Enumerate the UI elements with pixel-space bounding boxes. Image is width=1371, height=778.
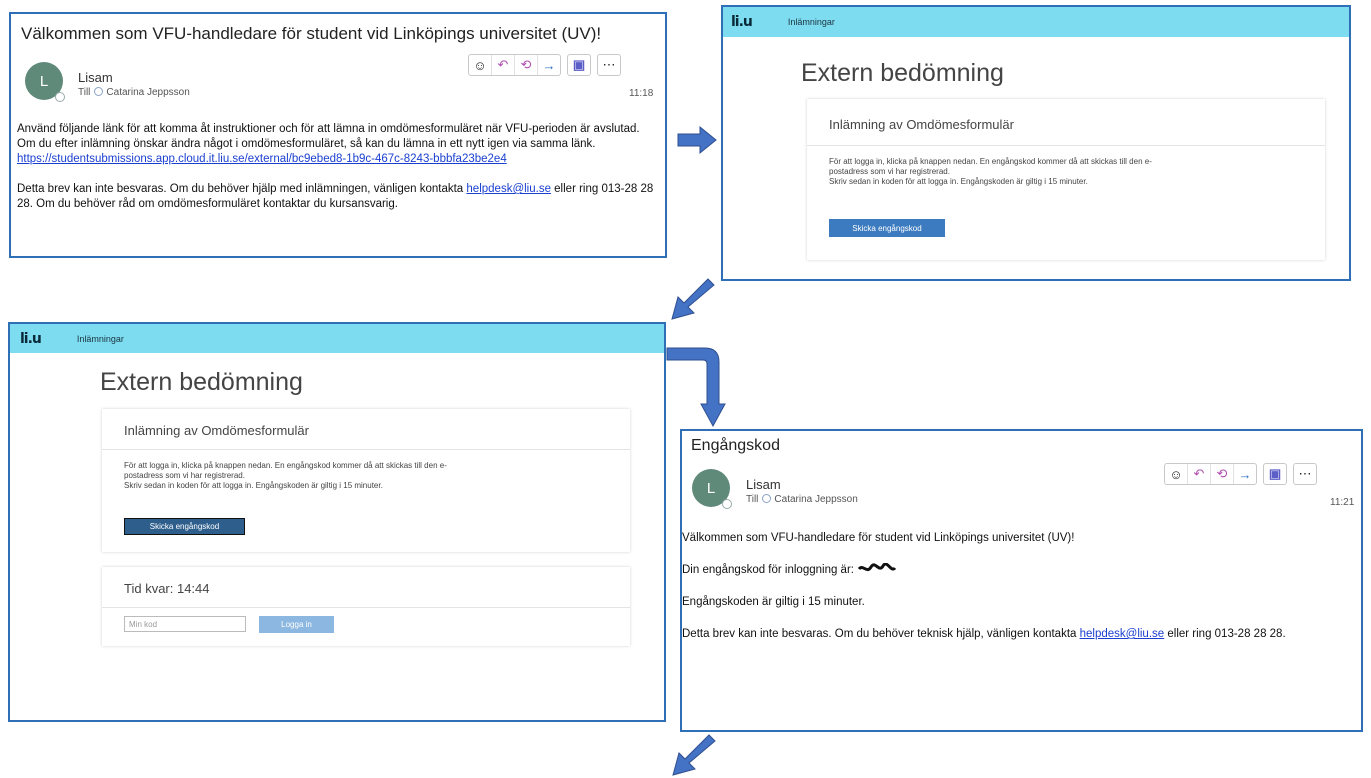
welcome-email-panel: Välkommen som VFU-handledare för student… <box>9 12 667 258</box>
contact-text-after: eller ring 013-28 28 28. <box>1164 628 1286 640</box>
liu-logo[interactable]: li.u <box>731 14 753 30</box>
presence-icon <box>722 499 732 509</box>
forward-icon[interactable]: → <box>538 55 560 75</box>
avatar: L <box>25 62 65 102</box>
page-title: Extern bedömning <box>100 368 303 396</box>
card-text-line1: För att logga in, klicka på knappen neda… <box>829 157 1152 176</box>
send-code-button[interactable]: Skicka engångskod <box>829 219 945 237</box>
teams-icon[interactable]: ▣ <box>1264 464 1286 484</box>
reply-all-icon[interactable]: ⟲ <box>1211 464 1234 484</box>
validity-line: Engångskoden är giltig i 15 minuter. <box>682 596 865 608</box>
code-card: Tid kvar: 14:44 Min kod Logga in <box>102 567 630 646</box>
arrow-down-left-icon <box>671 278 715 320</box>
card-title: Inlämning av Omdömesformulär <box>807 99 1325 146</box>
email-subject: Engångskod <box>691 437 780 454</box>
teams-group: ▣ <box>1263 463 1287 485</box>
to-label: Till <box>78 87 91 98</box>
recipient-status-icon <box>762 494 772 503</box>
code-line-text: Din engångskod för inloggning är: <box>682 564 854 576</box>
more-icon[interactable]: ⋯ <box>1294 464 1316 484</box>
welcome-line: Välkommen som VFU-handledare för student… <box>682 532 1075 544</box>
submission-card: Inlämning av Omdömesformulär För att log… <box>102 409 630 552</box>
contact-paragraph: Detta brev kan inte besvaras. Om du behö… <box>17 182 657 212</box>
email-action-bar: ☺ ↶ ⟲ → ▣ ⋯ <box>1164 463 1317 485</box>
recipient-name[interactable]: Catarina Jeppsson <box>774 494 857 505</box>
redacted-code-scribble <box>858 562 897 572</box>
teams-group: ▣ <box>567 54 591 76</box>
reply-all-icon[interactable]: ⟲ <box>515 55 538 75</box>
send-code-button[interactable]: Skicka engångskod <box>124 518 245 535</box>
card-instructions: För att logga in, klicka på knappen neda… <box>124 461 474 491</box>
timer-label: Tid kvar: 14:44 <box>102 567 630 608</box>
recipient-line: Till Catarina Jeppsson <box>78 87 190 98</box>
recipient-line: Till Catarina Jeppsson <box>746 494 858 505</box>
arrow-right-icon <box>677 125 717 155</box>
contact-text-before: Detta brev kan inte besvaras. Om du behö… <box>682 628 1080 640</box>
reaction-reply-group: ☺ ↶ ⟲ → <box>468 54 561 76</box>
card-text-line2: Skriv sedan in koden för att logga in. E… <box>829 177 1088 186</box>
code-line: Din engångskod för inloggning är: <box>682 562 1358 578</box>
reaction-reply-group: ☺ ↶ ⟲ → <box>1164 463 1257 485</box>
liu-logo[interactable]: li.u <box>20 331 42 347</box>
nav-inlamningar[interactable]: Inlämningar <box>77 334 124 344</box>
top-nav-bar: li.u Inlämningar <box>723 7 1349 37</box>
more-group: ⋯ <box>1293 463 1317 485</box>
avatar: L <box>692 469 732 509</box>
login-page-panel: li.u Inlämningar Extern bedömning Inlämn… <box>721 5 1351 281</box>
sender-name[interactable]: Lisam <box>78 70 113 85</box>
nav-inlamningar[interactable]: Inlämningar <box>788 17 835 27</box>
contact-line: Detta brev kan inte besvaras. Om du behö… <box>682 627 1358 642</box>
smiley-icon[interactable]: ☺ <box>1165 464 1188 484</box>
card-title: Inlämning av Omdömesformulär <box>102 409 630 450</box>
recipient-status-icon <box>94 87 104 96</box>
more-group: ⋯ <box>597 54 621 76</box>
code-email-panel: Engångskod L Lisam Till Catarina Jeppsson… <box>680 429 1363 732</box>
arrow-down-left-icon <box>672 734 716 776</box>
code-input[interactable]: Min kod <box>124 616 246 632</box>
more-icon[interactable]: ⋯ <box>598 55 620 75</box>
avatar-initial: L <box>706 479 716 497</box>
instructions-text: Använd följande länk för att komma åt in… <box>17 123 640 150</box>
email-time: 11:21 <box>1330 497 1355 508</box>
to-label: Till <box>746 494 759 505</box>
page-title: Extern bedömning <box>801 59 1004 87</box>
email-subject: Välkommen som VFU-handledare för student… <box>21 24 602 43</box>
sender-name[interactable]: Lisam <box>746 477 781 492</box>
forward-icon[interactable]: → <box>1234 464 1256 484</box>
email-action-bar: ☺ ↶ ⟲ → ▣ ⋯ <box>468 54 621 76</box>
top-nav-bar: li.u Inlämningar <box>10 324 664 353</box>
avatar-initial: L <box>39 72 49 90</box>
arrow-bend-down-icon <box>666 347 726 428</box>
smiley-icon[interactable]: ☺ <box>469 55 492 75</box>
submission-card: Inlämning av Omdömesformulär För att log… <box>807 99 1325 260</box>
code-entry-page-panel: li.u Inlämningar Extern bedömning Inlämn… <box>8 322 666 722</box>
card-instructions: För att logga in, klicka på knappen neda… <box>829 157 1179 187</box>
teams-icon[interactable]: ▣ <box>568 55 590 75</box>
recipient-name[interactable]: Catarina Jeppsson <box>106 87 189 98</box>
email-body: Välkommen som VFU-handledare för student… <box>682 531 1358 654</box>
card-text-line2: Skriv sedan in koden för att logga in. E… <box>124 481 383 490</box>
helpdesk-link[interactable]: helpdesk@liu.se <box>1080 628 1165 640</box>
helpdesk-link[interactable]: helpdesk@liu.se <box>466 183 551 195</box>
email-body: Använd följande länk för att komma åt in… <box>17 122 657 224</box>
instructions-paragraph: Använd följande länk för att komma åt in… <box>17 122 657 167</box>
card-text-line1: För att logga in, klicka på knappen neda… <box>124 461 447 480</box>
contact-text-before: Detta brev kan inte besvaras. Om du behö… <box>17 183 467 195</box>
presence-icon <box>55 92 65 102</box>
submission-link[interactable]: https://studentsubmissions.app.cloud.it.… <box>17 153 507 165</box>
reply-icon[interactable]: ↶ <box>492 55 515 75</box>
email-time: 11:18 <box>629 88 654 99</box>
reply-icon[interactable]: ↶ <box>1188 464 1211 484</box>
login-button[interactable]: Logga in <box>259 616 334 633</box>
